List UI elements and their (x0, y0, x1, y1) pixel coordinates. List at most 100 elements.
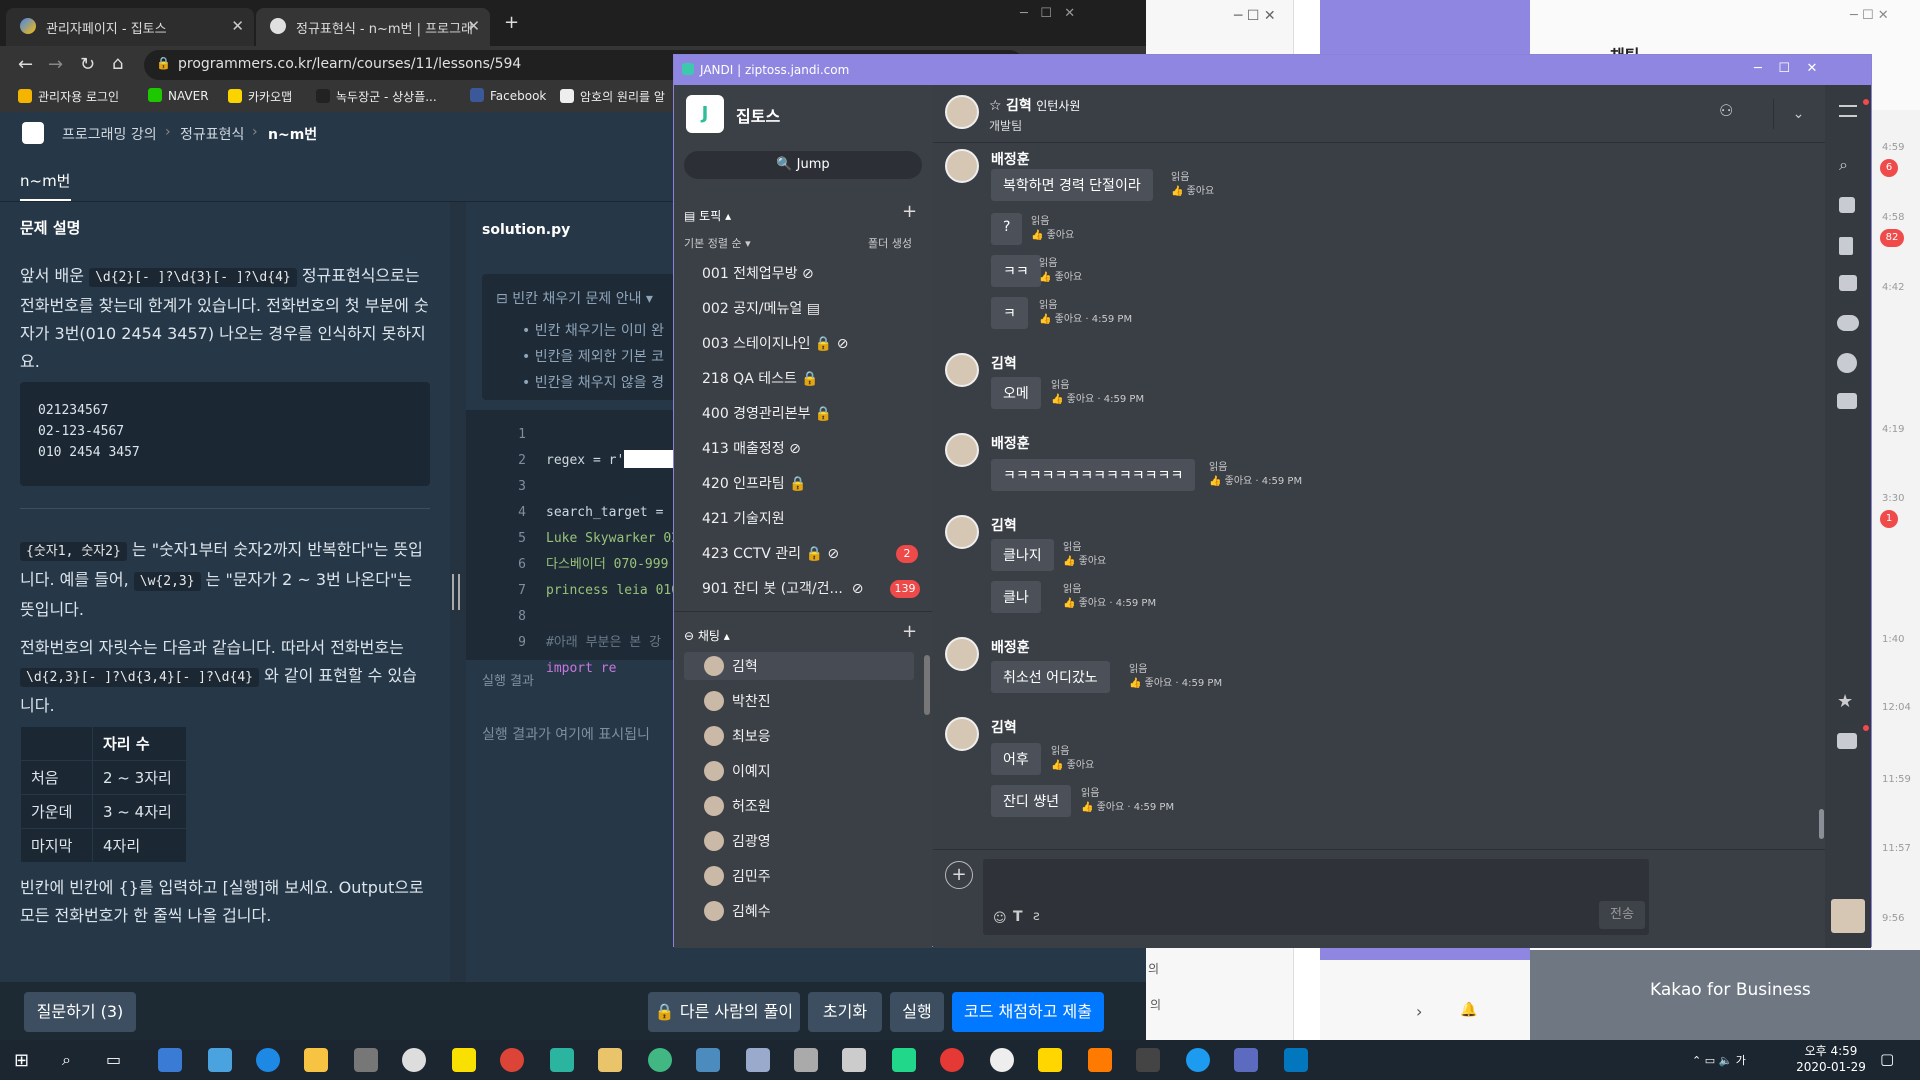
topic-item[interactable]: 421 기술지원 (702, 508, 785, 528)
taskbar-app-icon[interactable] (842, 1048, 866, 1072)
bookmark[interactable]: Facebook (470, 88, 546, 103)
clock-date[interactable]: 2020-01-29 (1790, 1060, 1872, 1074)
powershell-icon[interactable] (1284, 1048, 1308, 1072)
system-tray-icons[interactable]: ⌃ ▭ 🔈 가 (1692, 1052, 1746, 1068)
avatar[interactable] (945, 515, 979, 549)
taskbar-app-icon[interactable] (940, 1048, 964, 1072)
chevron-right-icon[interactable]: › (1416, 1002, 1422, 1021)
topic-item[interactable]: 218 QA 테스트 🔒 (702, 368, 819, 388)
split-handle[interactable] (452, 574, 460, 610)
dm-item[interactable]: 최보응 (704, 726, 771, 746)
add-topic-button[interactable]: + (902, 201, 917, 222)
taskbar-app-icon[interactable] (1088, 1048, 1112, 1072)
back-icon[interactable]: ← (18, 54, 33, 75)
dm-item[interactable]: 김민주 (704, 866, 771, 886)
notification-icon[interactable]: ▢ (1880, 1050, 1894, 1068)
bell-icon[interactable]: 🔔 (1460, 1002, 1477, 1018)
close-icon[interactable]: ✕ (231, 17, 244, 35)
chat-header[interactable]: ⊖ 채팅 ▴ (684, 627, 730, 644)
topics-header[interactable]: ▤ 토픽 ▴ (684, 207, 731, 224)
question-button[interactable]: 질문하기 (3) (24, 992, 136, 1032)
avatar[interactable] (945, 149, 979, 183)
submit-button[interactable]: 코드 채점하고 제출 (952, 992, 1104, 1032)
new-tab-button[interactable]: + (504, 12, 519, 33)
others-solution-button[interactable]: 🔒 다른 사람의 풀이 (648, 992, 800, 1032)
sticky-notes-icon[interactable] (1038, 1048, 1062, 1072)
inbox-icon[interactable] (1837, 393, 1857, 409)
taskbar-app-icon[interactable] (402, 1048, 426, 1072)
folder-icon[interactable] (304, 1048, 328, 1072)
taskbar-app-icon[interactable] (550, 1048, 574, 1072)
breadcrumb-item[interactable]: 프로그래밍 강의 (62, 124, 157, 144)
topic-item[interactable]: 413 매출정정 ⊘ (702, 438, 801, 458)
message-bubble[interactable]: 오메 (991, 377, 1041, 409)
window-controls[interactable]: ─ ☐ ✕ (1850, 8, 1889, 23)
browser-tab-regex[interactable]: 정규표현식 - n~m번 | 프로그래 ✕ (256, 8, 490, 46)
bookmark[interactable]: 녹두장군 - 상상플... (316, 88, 437, 105)
create-folder-button[interactable]: 폴더 생성 (868, 235, 912, 251)
search-icon[interactable]: ⌕ (62, 1050, 71, 1070)
strikethrough-icon[interactable]: ꙅ (1033, 909, 1040, 924)
menu-icon[interactable] (1839, 105, 1857, 117)
tab-lesson[interactable]: n~m번 (20, 170, 71, 201)
message-bubble[interactable]: 잔디 썅년 (991, 785, 1071, 817)
avatar[interactable] (945, 353, 979, 387)
message-bubble[interactable]: ㅋㅋㅋㅋㅋㅋㅋㅋㅋㅋㅋㅋㅋㅋ (991, 459, 1196, 491)
add-chat-button[interactable]: + (902, 621, 917, 642)
topic-item[interactable]: 423 CCTV 관리 🔒 ⊘ (702, 543, 839, 563)
taskbar-app-icon[interactable] (746, 1048, 770, 1072)
reset-button[interactable]: 초기화 (808, 992, 882, 1032)
message-bubble[interactable]: 복학하면 경력 단절이라 (991, 169, 1153, 201)
taskbar-app-icon[interactable] (1234, 1048, 1258, 1072)
avatar[interactable] (945, 433, 979, 467)
message-input[interactable]: ☺ T ꙅ 전송 (983, 859, 1649, 935)
message-bubble[interactable]: 취소선 어디갔노 (991, 661, 1110, 693)
scrollbar[interactable] (1819, 809, 1824, 839)
team-logo-icon[interactable]: J (686, 95, 724, 133)
taskbar-app-icon[interactable] (990, 1048, 1014, 1072)
dm-item[interactable]: 김혁 (704, 656, 758, 676)
taskbar-app-icon[interactable] (158, 1048, 182, 1072)
topic-item[interactable]: 400 경영관리본부 🔒 (702, 403, 832, 423)
taskbar-app-icon[interactable] (1136, 1048, 1160, 1072)
taskbar-app-icon[interactable] (1186, 1048, 1210, 1072)
add-member-icon[interactable]: ⚇ (1719, 101, 1733, 120)
emoji-icon[interactable]: ☺ (993, 911, 1007, 926)
logo-icon[interactable] (22, 122, 44, 144)
avatar[interactable] (945, 637, 979, 671)
browser-tab-admin[interactable]: 관리자페이지 - 집토스 ✕ (6, 8, 254, 46)
dm-item[interactable]: 박찬진 (704, 691, 771, 711)
clock-time[interactable]: 오후 4:59 (1796, 1042, 1866, 1059)
message-bubble[interactable]: ㅋㅋ (991, 255, 1041, 287)
scrollbar[interactable] (924, 655, 930, 715)
chevron-down-icon[interactable]: ⌄ (1773, 99, 1823, 129)
topic-item[interactable]: 001 전체업무방 ⊘ (702, 263, 814, 283)
dm-item[interactable]: 김혜수 (704, 901, 771, 921)
reload-icon[interactable]: ↻ (80, 54, 95, 75)
bookmark[interactable]: 암호의 원리를 알 (560, 88, 665, 105)
topic-item[interactable]: 002 공지/메뉴얼 ▤ (702, 298, 820, 318)
my-avatar[interactable] (1831, 899, 1865, 933)
close-icon[interactable]: ✕ (467, 17, 480, 35)
taskbar-app-icon[interactable] (208, 1048, 232, 1072)
home-icon[interactable]: ⌂ (112, 53, 123, 74)
message-bubble[interactable]: 클나 (991, 581, 1041, 613)
forward-icon[interactable]: → (48, 54, 63, 75)
dm-item[interactable]: 김광영 (704, 831, 771, 851)
task-icon[interactable] (1839, 275, 1857, 291)
edge-icon[interactable] (256, 1048, 280, 1072)
avatar[interactable] (945, 717, 979, 751)
search-icon[interactable]: ⌕ (1839, 155, 1848, 175)
jandi-taskbar-icon[interactable] (598, 1048, 622, 1072)
task-view-icon[interactable]: ▭ (106, 1050, 121, 1069)
taskbar-app-icon[interactable] (648, 1048, 672, 1072)
team-name[interactable]: 집토스 (736, 103, 780, 127)
members-icon[interactable] (1837, 315, 1859, 331)
taskbar-app-icon[interactable] (696, 1048, 720, 1072)
pycharm-icon[interactable] (892, 1048, 916, 1072)
message-bubble[interactable]: 클나지 (991, 539, 1054, 571)
attach-plus-icon[interactable]: + (945, 861, 973, 889)
archive-icon[interactable] (1837, 733, 1857, 749)
window-controls[interactable]: ─ ☐ ✕ (1020, 6, 1075, 21)
dm-item[interactable]: 이예지 (704, 761, 771, 781)
